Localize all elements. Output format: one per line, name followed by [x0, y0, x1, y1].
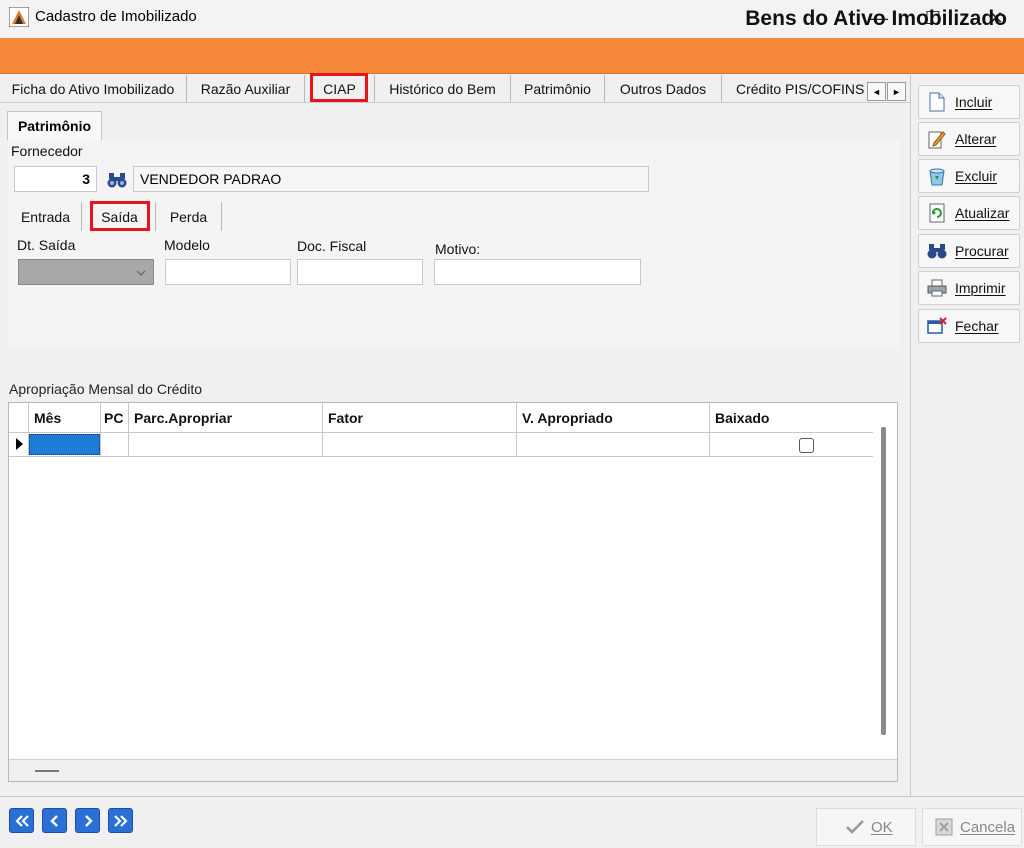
col-header-pc[interactable]: PC [101, 403, 129, 433]
previous-record-button[interactable] [42, 808, 67, 833]
chevron-down-icon [135, 266, 147, 278]
grid-header: Mês PC Parc.Apropriar Fator V. Apropriad… [9, 403, 873, 433]
cell-baixado[interactable] [710, 433, 873, 456]
new-document-icon [927, 92, 947, 112]
chevron-left-icon [49, 814, 58, 827]
subtab-perda[interactable]: Perda [156, 202, 222, 231]
ok-button[interactable]: OK [816, 808, 916, 846]
main-tab-strip: Ficha do Ativo Imobilizado Razão Auxilia… [0, 75, 910, 103]
grid-indicator-header [9, 403, 29, 433]
motivo-label: Motivo: [435, 241, 481, 257]
tab-patrimonio-sub[interactable]: Patrimônio [7, 111, 102, 140]
edit-pencil-icon [927, 129, 947, 149]
selected-cell-mes[interactable] [29, 434, 100, 455]
col-header-baixado[interactable]: Baixado [710, 403, 873, 433]
fechar-button[interactable]: Fechar [918, 309, 1020, 343]
fornecedor-label: Fornecedor [11, 143, 83, 159]
alterar-label: Alterar [955, 131, 997, 147]
first-record-button[interactable] [9, 808, 34, 833]
procurar-label: Procurar [955, 243, 1009, 259]
motivo-field[interactable] [434, 259, 641, 285]
fornecedor-name-field[interactable]: VENDEDOR PADRAO [133, 166, 649, 192]
procurar-button[interactable]: Procurar [918, 234, 1020, 268]
dt-saida-label: Dt. Saída [17, 237, 76, 253]
header-banner [0, 38, 1024, 74]
tab-patrimonio[interactable]: Patrimônio [511, 75, 605, 102]
cell-parc-apropriar[interactable] [129, 433, 323, 456]
incluir-button[interactable]: Incluir [918, 85, 1020, 119]
col-header-fator[interactable]: Fator [323, 403, 517, 433]
excluir-button[interactable]: Excluir [918, 159, 1020, 193]
row-pointer-icon [16, 438, 23, 450]
printer-icon [927, 278, 947, 298]
doc-fiscal-label: Doc. Fiscal [297, 238, 367, 254]
apropriacao-grid: Mês PC Parc.Apropriar Fator V. Apropriad… [8, 402, 898, 782]
incluir-label: Incluir [955, 94, 993, 110]
doc-fiscal-field[interactable] [297, 259, 423, 285]
baixado-checkbox[interactable] [799, 438, 814, 453]
modelo-field[interactable] [165, 259, 291, 285]
window-title: Cadastro de Imobilizado [35, 8, 197, 25]
subtab-entrada[interactable]: Entrada [10, 202, 82, 231]
tab-ficha-ativo[interactable]: Ficha do Ativo Imobilizado [0, 75, 187, 102]
last-record-button[interactable] [108, 808, 133, 833]
atualizar-button[interactable]: Atualizar [918, 196, 1020, 230]
cell-pc[interactable] [101, 433, 129, 456]
tab-credito-pis-cofins[interactable]: Crédito PIS/COFINS [722, 75, 864, 102]
binoculars-search-icon [927, 241, 947, 261]
atualizar-label: Atualizar [955, 205, 1010, 221]
ok-label: OK [871, 818, 893, 836]
fornecedor-code-field[interactable]: 3 [14, 166, 97, 192]
binoculars-icon[interactable] [107, 171, 127, 189]
table-row[interactable] [9, 433, 873, 457]
dt-saida-date-picker[interactable] [18, 259, 154, 285]
double-chevron-left-icon [14, 814, 29, 827]
tab-razao-auxiliar[interactable]: Razão Auxiliar [187, 75, 305, 102]
tab-scroll-left-button[interactable]: ◄ [867, 82, 886, 101]
cell-v-apropriado[interactable] [517, 433, 710, 456]
refresh-icon [927, 203, 947, 223]
close-window-icon [927, 316, 947, 336]
vertical-scrollbar[interactable] [881, 427, 886, 735]
col-header-parc-apropriar[interactable]: Parc.Apropriar [129, 403, 323, 433]
next-record-button[interactable] [75, 808, 100, 833]
imprimir-label: Imprimir [955, 280, 1006, 296]
subtab-saida[interactable]: Saída [84, 202, 156, 231]
double-chevron-right-icon [113, 814, 128, 827]
alterar-button[interactable]: Alterar [918, 122, 1020, 156]
recycle-bin-icon [927, 166, 947, 186]
tab-outros-dados[interactable]: Outros Dados [605, 75, 722, 102]
fechar-label: Fechar [955, 318, 999, 334]
tab-ciap[interactable]: CIAP [305, 75, 375, 102]
col-header-mes[interactable]: Mês [29, 403, 101, 433]
cancela-button[interactable]: Cancela [922, 808, 1022, 846]
chevron-right-icon [84, 814, 93, 827]
cell-fator[interactable] [323, 433, 517, 456]
tab-scroll-right-button[interactable]: ► [887, 82, 906, 101]
app-logo-icon [8, 6, 30, 28]
tab-historico-bem[interactable]: Histórico do Bem [375, 75, 511, 102]
grid-section-label: Apropriação Mensal do Crédito [9, 381, 202, 397]
excluir-label: Excluir [955, 168, 998, 184]
cancela-label: Cancela [960, 818, 1016, 836]
grid-footer [9, 759, 897, 781]
checkmark-icon [845, 819, 865, 835]
banner-title: Bens do Ativo Imobilizado [745, 7, 1007, 30]
modelo-label: Modelo [164, 237, 210, 253]
cancel-icon [935, 818, 953, 836]
imprimir-button[interactable]: Imprimir [918, 271, 1020, 305]
horizontal-scrollbar[interactable] [35, 770, 59, 772]
col-header-v-apropriado[interactable]: V. Apropriado [517, 403, 710, 433]
